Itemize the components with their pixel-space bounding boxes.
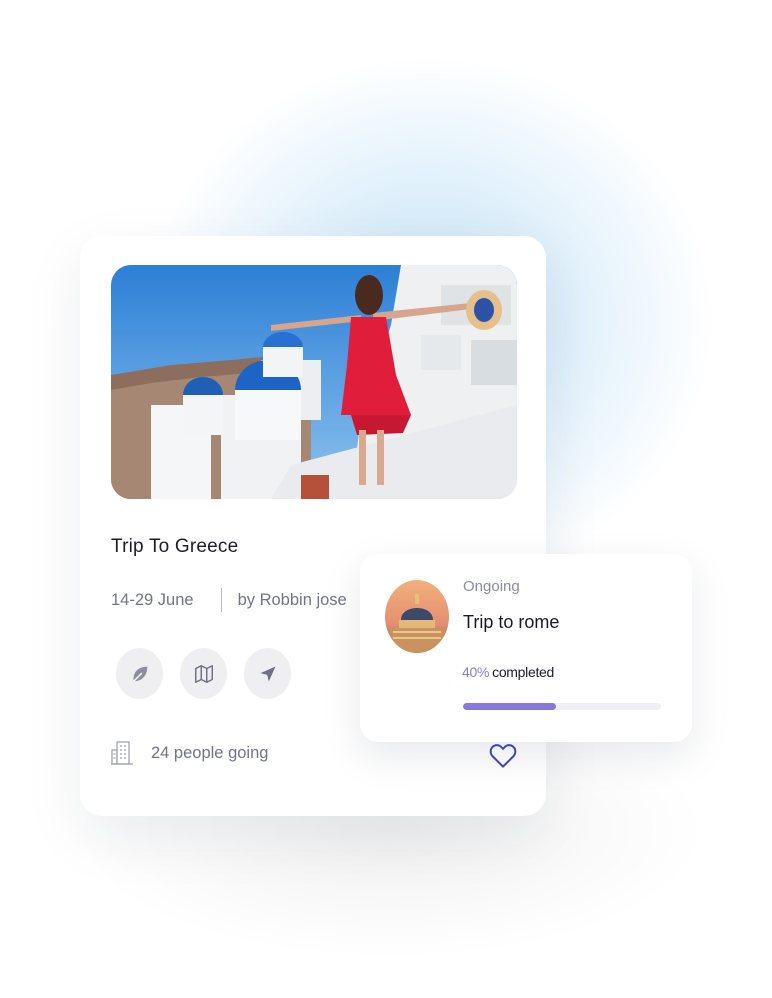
send-icon <box>260 666 275 681</box>
progress-percent: 40% <box>462 664 490 680</box>
trip-author: by Robbin jose <box>237 590 347 609</box>
leaf-button[interactable] <box>116 648 163 699</box>
progress-label: 40% completed <box>462 664 554 680</box>
favorite-button[interactable] <box>488 741 518 776</box>
trip-status: Ongoing <box>463 578 520 595</box>
progress-fill <box>463 703 557 710</box>
meta-divider <box>220 588 222 612</box>
send-button[interactable] <box>244 648 291 699</box>
progress-track <box>463 703 661 710</box>
ongoing-trip-card[interactable]: Ongoing Trip to rome 40% completed <box>360 554 692 742</box>
progress-suffix: completed <box>492 664 555 680</box>
building-icon <box>111 741 133 765</box>
ongoing-trip-title: Trip to rome <box>463 612 560 632</box>
rome-thumbnail <box>385 580 449 653</box>
trip-photo <box>111 265 517 499</box>
trip-actions <box>116 648 291 699</box>
trip-meta: 14-29 June by Robbin jose <box>111 588 347 612</box>
people-count: 24 people going <box>151 743 269 762</box>
map-icon <box>194 664 213 683</box>
map-button[interactable] <box>180 648 227 699</box>
people-going: 24 people going <box>111 740 268 766</box>
heart-icon <box>489 744 517 768</box>
trip-dates: 14-29 June <box>111 590 194 609</box>
leaf-icon <box>132 666 147 682</box>
trip-title: Trip To Greece <box>111 536 239 557</box>
